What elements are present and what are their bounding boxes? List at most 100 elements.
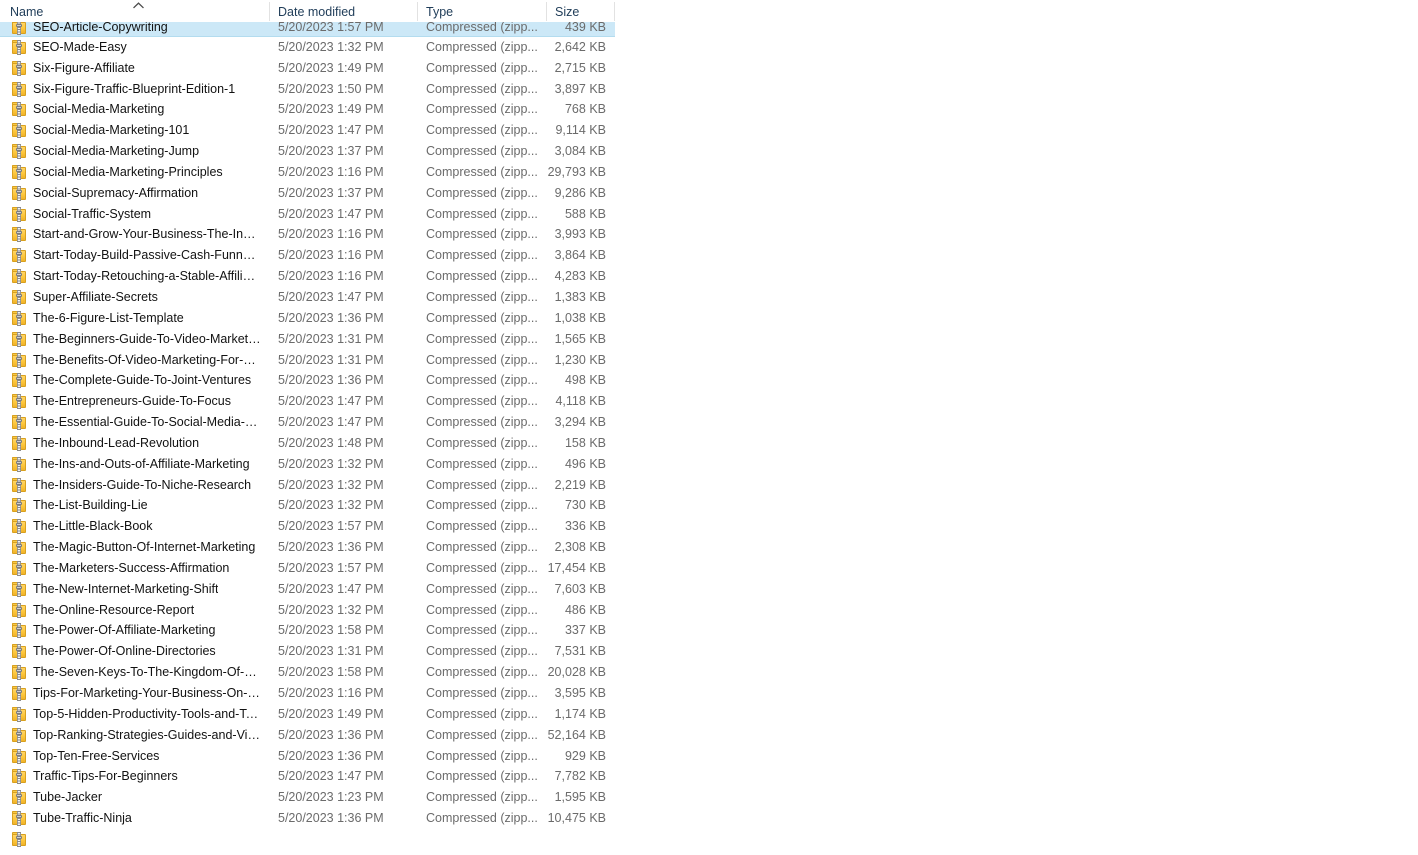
zip-archive-icon bbox=[12, 227, 26, 243]
zip-archive-icon bbox=[12, 644, 26, 660]
file-size-cell: 1,565 KB bbox=[554, 331, 606, 346]
file-name-cell: Tube-Traffic-Ninja bbox=[0, 808, 268, 829]
table-row[interactable]: Top-5-Hidden-Productivity-Tools-and-Te..… bbox=[0, 704, 615, 725]
table-row[interactable]: Tips-For-Marketing-Your-Business-On-F...… bbox=[0, 683, 615, 704]
file-date-modified-cell: 5/20/2023 1:32 PM bbox=[278, 456, 384, 471]
zip-archive-icon bbox=[12, 706, 26, 722]
file-date-modified-cell: 5/20/2023 1:47 PM bbox=[278, 123, 384, 138]
file-name-cell: Social-Traffic-System bbox=[0, 204, 268, 225]
table-row[interactable]: The-Entrepreneurs-Guide-To-Focus 5/20/202… bbox=[0, 391, 615, 412]
table-row[interactable]: The-Insiders-Guide-To-Niche-Research 5/20… bbox=[0, 475, 615, 496]
zip-archive-icon bbox=[12, 790, 26, 806]
table-row[interactable] bbox=[0, 829, 615, 850]
table-row[interactable]: SEO-Article-Copywriting 5/20/2023 1:57 PM… bbox=[0, 22, 615, 37]
file-name-cell: The-Power-Of-Affiliate-Marketing bbox=[0, 620, 268, 641]
column-header-date-modified[interactable]: Date modified bbox=[270, 0, 418, 22]
table-row[interactable]: Social-Media-Marketing 5/20/2023 1:49 PM C… bbox=[0, 99, 615, 120]
table-row[interactable]: The-Power-Of-Affiliate-Marketing 5/20/202… bbox=[0, 620, 615, 641]
table-row[interactable]: Traffic-Tips-For-Beginners 5/20/2023 1:47… bbox=[0, 766, 615, 787]
file-name-label: The-Little-Black-Book bbox=[33, 519, 153, 534]
zip-archive-icon bbox=[12, 102, 26, 118]
file-date-modified-cell: 5/20/2023 1:37 PM bbox=[278, 185, 384, 200]
file-size-cell: 337 KB bbox=[564, 623, 606, 638]
zip-archive-icon bbox=[12, 560, 26, 576]
table-row[interactable]: Top-Ranking-Strategies-Guides-and-Vide..… bbox=[0, 725, 615, 746]
column-resize-handle-date-modified[interactable] bbox=[417, 2, 418, 21]
file-size-cell: 496 KB bbox=[564, 456, 606, 471]
zip-archive-icon bbox=[12, 373, 26, 389]
column-resize-handle-size[interactable] bbox=[614, 2, 615, 21]
file-date-modified-cell: 5/20/2023 1:31 PM bbox=[278, 644, 384, 659]
column-resize-handle-name[interactable] bbox=[269, 2, 270, 21]
column-header-size[interactable]: Size bbox=[547, 0, 615, 22]
table-row[interactable]: The-Power-Of-Online-Directories 5/20/2023… bbox=[0, 641, 615, 662]
file-size-cell bbox=[490, 829, 606, 850]
table-row[interactable]: The-New-Internet-Marketing-Shift 5/20/202… bbox=[0, 579, 615, 600]
zip-archive-icon bbox=[12, 394, 26, 410]
file-date-modified-cell: 5/20/2023 1:32 PM bbox=[278, 477, 384, 492]
file-size-cell: 439 KB bbox=[564, 22, 606, 34]
column-header-type[interactable]: Type bbox=[418, 0, 547, 22]
table-row[interactable]: SEO-Made-Easy 5/20/2023 1:32 PM Compressed… bbox=[0, 37, 615, 58]
table-row[interactable]: The-Marketers-Success-Affirmation 5/20/20… bbox=[0, 558, 615, 579]
table-row[interactable]: The-Essential-Guide-To-Social-Media-Fo..… bbox=[0, 412, 615, 433]
column-resize-handle-type[interactable] bbox=[546, 2, 547, 21]
file-name-label: The-Insiders-Guide-To-Niche-Research bbox=[33, 477, 252, 492]
table-row[interactable]: The-List-Building-Lie 5/20/2023 1:32 PM Co… bbox=[0, 495, 615, 516]
file-name-cell: Social-Media-Marketing-101 bbox=[0, 120, 268, 141]
file-date-modified-cell: 5/20/2023 1:36 PM bbox=[278, 310, 384, 325]
table-row[interactable]: Top-Ten-Free-Services 5/20/2023 1:36 PM Co… bbox=[0, 746, 615, 767]
table-row[interactable]: The-Little-Black-Book 5/20/2023 1:57 PM Co… bbox=[0, 516, 615, 537]
table-row[interactable]: The-Ins-and-Outs-of-Affiliate-Marketing 5… bbox=[0, 454, 615, 475]
file-date-modified-cell: 5/20/2023 1:47 PM bbox=[278, 769, 384, 784]
file-date-modified-cell: 5/20/2023 1:16 PM bbox=[278, 227, 384, 242]
file-name-label: Social-Supremacy-Affirmation bbox=[33, 185, 199, 200]
file-size-cell: 2,715 KB bbox=[554, 60, 606, 75]
zip-archive-icon bbox=[12, 123, 26, 139]
zip-archive-icon bbox=[12, 22, 26, 35]
column-header-name[interactable]: Name bbox=[0, 0, 270, 22]
file-name-cell: The-Magic-Button-Of-Internet-Marketing bbox=[0, 537, 268, 558]
table-row[interactable]: The-Complete-Guide-To-Joint-Ventures 5/20… bbox=[0, 370, 615, 391]
column-header-type-label: Type bbox=[426, 5, 454, 19]
table-row[interactable]: Start-Today-Build-Passive-Cash-Funnels-.… bbox=[0, 245, 615, 266]
file-size-cell: 9,114 KB bbox=[555, 123, 606, 138]
file-name-label: Top-5-Hidden-Productivity-Tools-and-Te..… bbox=[33, 706, 261, 721]
table-row[interactable]: Social-Traffic-System 5/20/2023 1:47 PM Co… bbox=[0, 204, 615, 225]
table-row[interactable]: Six-Figure-Affiliate 5/20/2023 1:49 PM Com… bbox=[0, 58, 615, 79]
table-row[interactable]: The-Seven-Keys-To-The-Kingdom-Of-Ne... 5/… bbox=[0, 662, 615, 683]
file-name-label: The-Benefits-Of-Video-Marketing-For-B... bbox=[33, 352, 261, 367]
column-header-size-label: Size bbox=[555, 5, 580, 19]
file-size-cell: 730 KB bbox=[564, 498, 606, 513]
table-row[interactable]: Social-Media-Marketing-Jump 5/20/2023 1:3… bbox=[0, 141, 615, 162]
file-name-label: Traffic-Tips-For-Beginners bbox=[33, 769, 178, 784]
table-row[interactable]: Social-Media-Marketing-101 5/20/2023 1:47… bbox=[0, 120, 615, 141]
table-row[interactable]: Start-Today-Retouching-a-Stable-Affiliat… bbox=[0, 266, 615, 287]
file-date-modified-cell: 5/20/2023 1:16 PM bbox=[278, 686, 384, 700]
file-size-cell: 7,782 KB bbox=[554, 769, 606, 784]
table-row[interactable]: The-6-Figure-List-Template 5/20/2023 1:36… bbox=[0, 308, 615, 329]
table-row[interactable]: The-Online-Resource-Report 5/20/2023 1:32… bbox=[0, 600, 615, 621]
zip-archive-icon bbox=[12, 665, 26, 681]
table-row[interactable]: Super-Affiliate-Secrets 5/20/2023 1:47 PM… bbox=[0, 287, 615, 308]
file-name-label: The-Entrepreneurs-Guide-To-Focus bbox=[33, 394, 231, 409]
table-row[interactable]: Tube-Traffic-Ninja 5/20/2023 1:36 PM Compr… bbox=[0, 808, 615, 829]
table-row[interactable]: Social-Supremacy-Affirmation 5/20/2023 1:… bbox=[0, 183, 615, 204]
file-name-label: Start-and-Grow-Your-Business-The-Insta..… bbox=[33, 227, 261, 242]
file-name-label: Tube-Traffic-Ninja bbox=[33, 811, 132, 826]
file-name-label: Six-Figure-Traffic-Blueprint-Edition-1 bbox=[33, 81, 236, 96]
table-row[interactable]: Tube-Jacker 5/20/2023 1:23 PM Compressed (… bbox=[0, 787, 615, 808]
file-name-label: The-Online-Resource-Report bbox=[33, 602, 195, 617]
table-row[interactable]: Six-Figure-Traffic-Blueprint-Edition-1 5/… bbox=[0, 79, 615, 100]
file-name-label: The-Magic-Button-Of-Internet-Marketing bbox=[33, 540, 256, 555]
file-date-modified-cell: 5/20/2023 1:32 PM bbox=[278, 498, 384, 513]
table-row[interactable]: Start-and-Grow-Your-Business-The-Insta..… bbox=[0, 224, 615, 245]
table-row[interactable]: The-Benefits-Of-Video-Marketing-For-B...… bbox=[0, 350, 615, 371]
file-name-label: Tube-Jacker bbox=[33, 790, 103, 805]
file-name-cell: The-Seven-Keys-To-The-Kingdom-Of-Ne... bbox=[0, 662, 268, 683]
table-row[interactable]: Social-Media-Marketing-Principles 5/20/20… bbox=[0, 162, 615, 183]
file-name-cell: The-Beginners-Guide-To-Video-Marketing bbox=[0, 329, 268, 350]
table-row[interactable]: The-Magic-Button-Of-Internet-Marketing 5/… bbox=[0, 537, 615, 558]
table-row[interactable]: The-Inbound-Lead-Revolution 5/20/2023 1:4… bbox=[0, 433, 615, 454]
table-row[interactable]: The-Beginners-Guide-To-Video-Marketing 5/… bbox=[0, 329, 615, 350]
